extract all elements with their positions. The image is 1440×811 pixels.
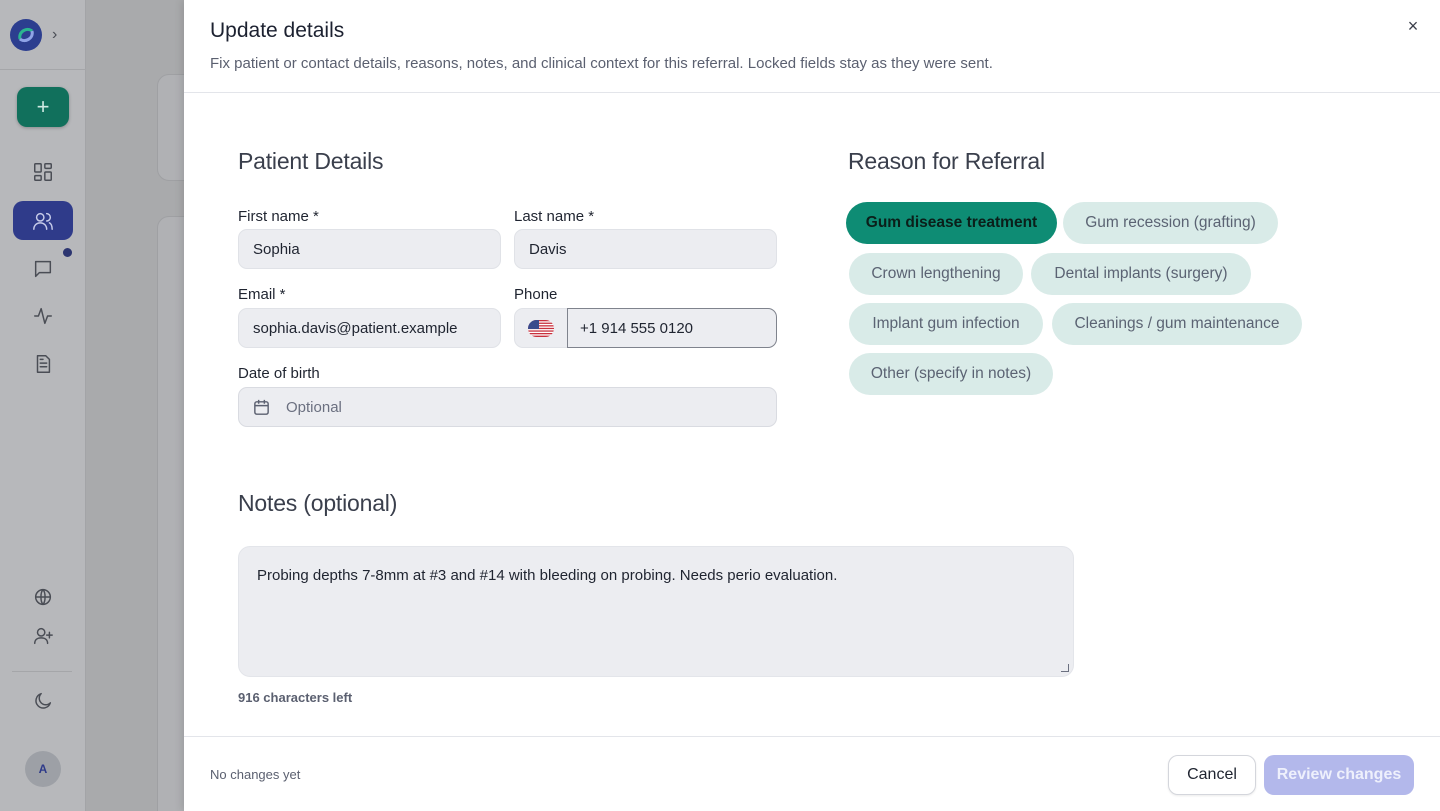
document-icon[interactable]: [28, 349, 58, 379]
chip-other[interactable]: Other (specify in notes): [849, 353, 1053, 395]
change-status: No changes yet: [210, 767, 301, 782]
modal-header: Update details Fix patient or contact de…: [184, 0, 1440, 93]
review-changes-button[interactable]: Review changes: [1264, 755, 1414, 795]
email-field[interactable]: sophia.davis@patient.example: [238, 308, 501, 348]
cancel-button[interactable]: Cancel: [1168, 755, 1256, 795]
phone-label: Phone: [514, 286, 558, 303]
chip-crown-lengthening[interactable]: Crown lengthening: [849, 253, 1023, 295]
activity-icon[interactable]: [28, 301, 58, 331]
date-of-birth-field[interactable]: Optional: [238, 387, 777, 427]
dob-label: Date of birth: [238, 365, 320, 382]
users-icon: [33, 212, 53, 230]
unread-indicator: [63, 248, 72, 257]
add-button[interactable]: +: [17, 87, 69, 127]
dob-placeholder: Optional: [286, 398, 342, 416]
characters-left-counter: 916 characters left: [238, 690, 353, 705]
dark-mode-icon[interactable]: [28, 686, 58, 716]
calendar-icon: [254, 399, 269, 415]
patients-nav-item[interactable]: [13, 201, 73, 240]
logo-icon: [11, 20, 41, 50]
us-flag-icon: [528, 319, 554, 337]
notes-textarea[interactable]: Probing depths 7-8mm at #3 and #14 with …: [238, 546, 1074, 677]
email-label: Email *: [238, 286, 286, 303]
dashboard-icon[interactable]: [28, 157, 58, 187]
modal-title: Update details: [210, 19, 345, 42]
chip-implant-gum-infection[interactable]: Implant gum infection: [849, 303, 1043, 345]
modal-footer: No changes yet Cancel Review changes: [184, 736, 1440, 811]
modal-subtitle: Fix patient or contact details, reasons,…: [210, 55, 993, 72]
close-icon[interactable]: ×: [1402, 15, 1424, 37]
app-logo[interactable]: [10, 19, 42, 51]
notes-text: Probing depths 7-8mm at #3 and #14 with …: [257, 567, 838, 584]
first-name-label: First name *: [238, 208, 319, 225]
last-name-field[interactable]: Davis: [514, 229, 777, 269]
sidebar-divider: [12, 671, 72, 672]
expand-sidebar-icon[interactable]: ›: [52, 26, 57, 44]
sidebar-divider: [0, 69, 86, 70]
first-name-field[interactable]: Sophia: [238, 229, 501, 269]
notes-title: Notes (optional): [238, 490, 398, 516]
add-user-icon[interactable]: [28, 621, 58, 651]
patient-details-title: Patient Details: [238, 148, 384, 174]
messages-icon[interactable]: [28, 254, 58, 284]
phone-input[interactable]: +1 914 555 0120: [567, 308, 777, 348]
chip-gum-recession[interactable]: Gum recession (grafting): [1063, 202, 1278, 244]
resize-handle-icon[interactable]: [1061, 664, 1069, 672]
sidebar: › + A: [0, 0, 86, 811]
phone-field-group: +1 914 555 0120: [514, 308, 777, 348]
chip-cleanings[interactable]: Cleanings / gum maintenance: [1052, 303, 1302, 345]
country-selector[interactable]: [514, 308, 568, 348]
reason-title: Reason for Referral: [848, 148, 1045, 174]
avatar[interactable]: A: [25, 751, 61, 787]
chip-dental-implants[interactable]: Dental implants (surgery): [1031, 253, 1251, 295]
globe-icon[interactable]: [28, 582, 58, 612]
last-name-label: Last name *: [514, 208, 595, 225]
chip-gum-disease-treatment[interactable]: Gum disease treatment: [846, 202, 1057, 244]
update-details-modal: Update details Fix patient or contact de…: [184, 0, 1440, 811]
